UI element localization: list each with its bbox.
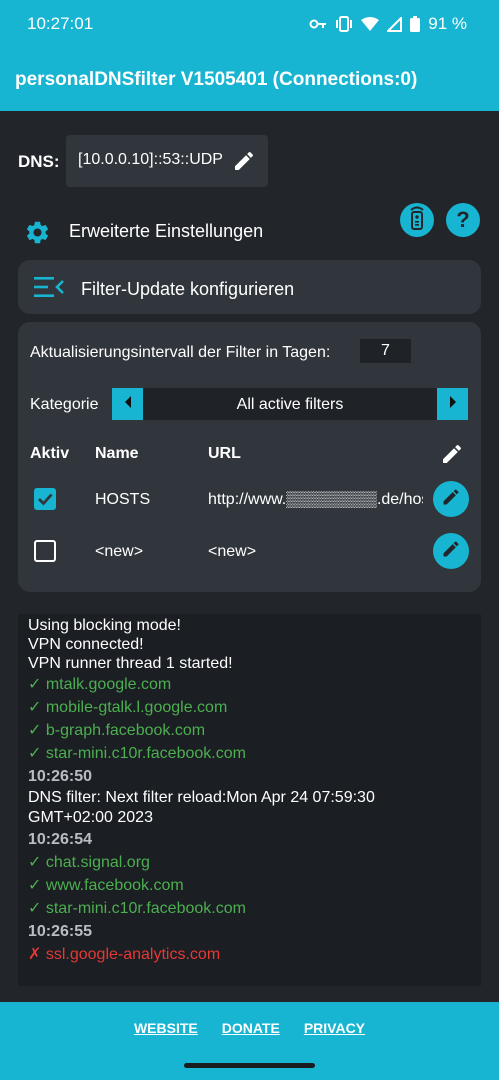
category-value: All active filters [236,396,344,413]
filter-update-label: Filter-Update konfigurieren [81,279,295,299]
remote-icon [407,206,427,235]
column-header-name: Name [95,445,139,462]
log-line-allowed: ✓ star-mini.c10r.facebook.com [28,900,246,917]
log-line: VPN connected! [28,636,144,653]
status-bar: 10:27:01 91 % [0,0,499,48]
log-line-allowed: ✓ mobile-gtalk.l.google.com [28,699,228,716]
question-mark-icon: ? [456,207,470,232]
gear-icon[interactable] [24,219,51,251]
column-header-url: URL [208,445,241,462]
dns-field[interactable]: [10.0.0.10]::53::UDP [66,135,268,187]
home-indicator[interactable] [184,1063,315,1068]
category-next-button[interactable] [437,388,468,420]
menu-collapse-icon [34,276,64,303]
caret-right-icon [448,395,458,413]
edit-pencil-icon [441,487,461,512]
log-line: VPN runner thread 1 started! [28,655,233,672]
filter-url: <new> [208,543,257,560]
interval-label: Aktualisierungsintervall der Filter in T… [30,344,331,361]
wifi-icon [361,16,380,32]
log-line-blocked: ✗ ssl.google-analytics.com [28,946,221,963]
log-timestamp: 10:26:54 [28,831,93,848]
category-label: Kategorie [30,396,99,413]
app-title: personalDNSfilter V1505401 (Connections:… [15,69,418,90]
dns-label: DNS: [18,152,60,171]
footer: WEBSITE DONATE PRIVACY [0,1002,499,1080]
vpn-key-icon [309,18,327,30]
log-line: DNS filter: Next filter reload:Mon Apr 2… [28,789,375,806]
filter-name: HOSTS [95,491,151,508]
active-checkbox-checked[interactable] [34,488,56,510]
advanced-settings-label[interactable]: Erweiterte Einstellungen [69,221,263,242]
filter-update-header[interactable]: Filter-Update konfigurieren [18,260,481,314]
category-selector: All active filters [112,388,468,420]
filter-config-card: Aktualisierungsintervall der Filter in T… [18,322,481,592]
remote-control-button[interactable] [400,203,434,237]
log-line: Using blocking mode! [28,617,181,634]
column-header-active: Aktiv [30,445,70,462]
edit-pencil-icon[interactable] [232,149,256,178]
vibrate-icon [335,16,353,32]
filter-name: <new> [95,543,144,560]
filter-row: <new> <new> [18,531,481,571]
donate-link[interactable]: DONATE [222,1020,280,1036]
category-prev-button[interactable] [112,388,143,420]
log-line-allowed: ✓ www.facebook.com [28,877,184,894]
log-line-allowed: ✓ mtalk.google.com [28,676,172,693]
log-timestamp: 10:26:55 [28,923,93,940]
website-link[interactable]: WEBSITE [134,1020,198,1036]
interval-input[interactable]: 7 [360,339,411,363]
edit-pencil-icon [441,539,461,564]
filter-row: HOSTS http://www.▒▒▒▒▒▒▒▒.de/hosts [18,479,481,519]
log-line-allowed: ✓ b-graph.facebook.com [28,722,206,739]
log-panel[interactable]: Using blocking mode! VPN connected! VPN … [18,614,481,986]
battery-percent: 91 % [428,14,467,33]
dns-value: [10.0.0.10]::53::UDP [78,151,223,168]
caret-left-icon [123,395,133,413]
help-button[interactable]: ? [446,203,480,237]
edit-pencil-icon[interactable] [440,442,464,471]
filter-url: http://www.▒▒▒▒▒▒▒▒.de/hosts [208,491,423,508]
status-time: 10:27:01 [27,14,94,33]
log-timestamp: 10:26:50 [28,768,93,785]
app-bar: personalDNSfilter V1505401 (Connections:… [0,48,499,111]
log-line-allowed: ✓ star-mini.c10r.facebook.com [28,745,246,762]
edit-filter-button[interactable] [433,481,469,517]
cell-signal-icon [387,16,403,32]
privacy-link[interactable]: PRIVACY [304,1020,365,1036]
edit-filter-button[interactable] [433,533,469,569]
log-line: GMT+02:00 2023 [28,809,153,826]
log-line-allowed: ✓ chat.signal.org [28,854,150,871]
active-checkbox-unchecked[interactable] [34,540,56,562]
battery-icon [410,16,421,32]
